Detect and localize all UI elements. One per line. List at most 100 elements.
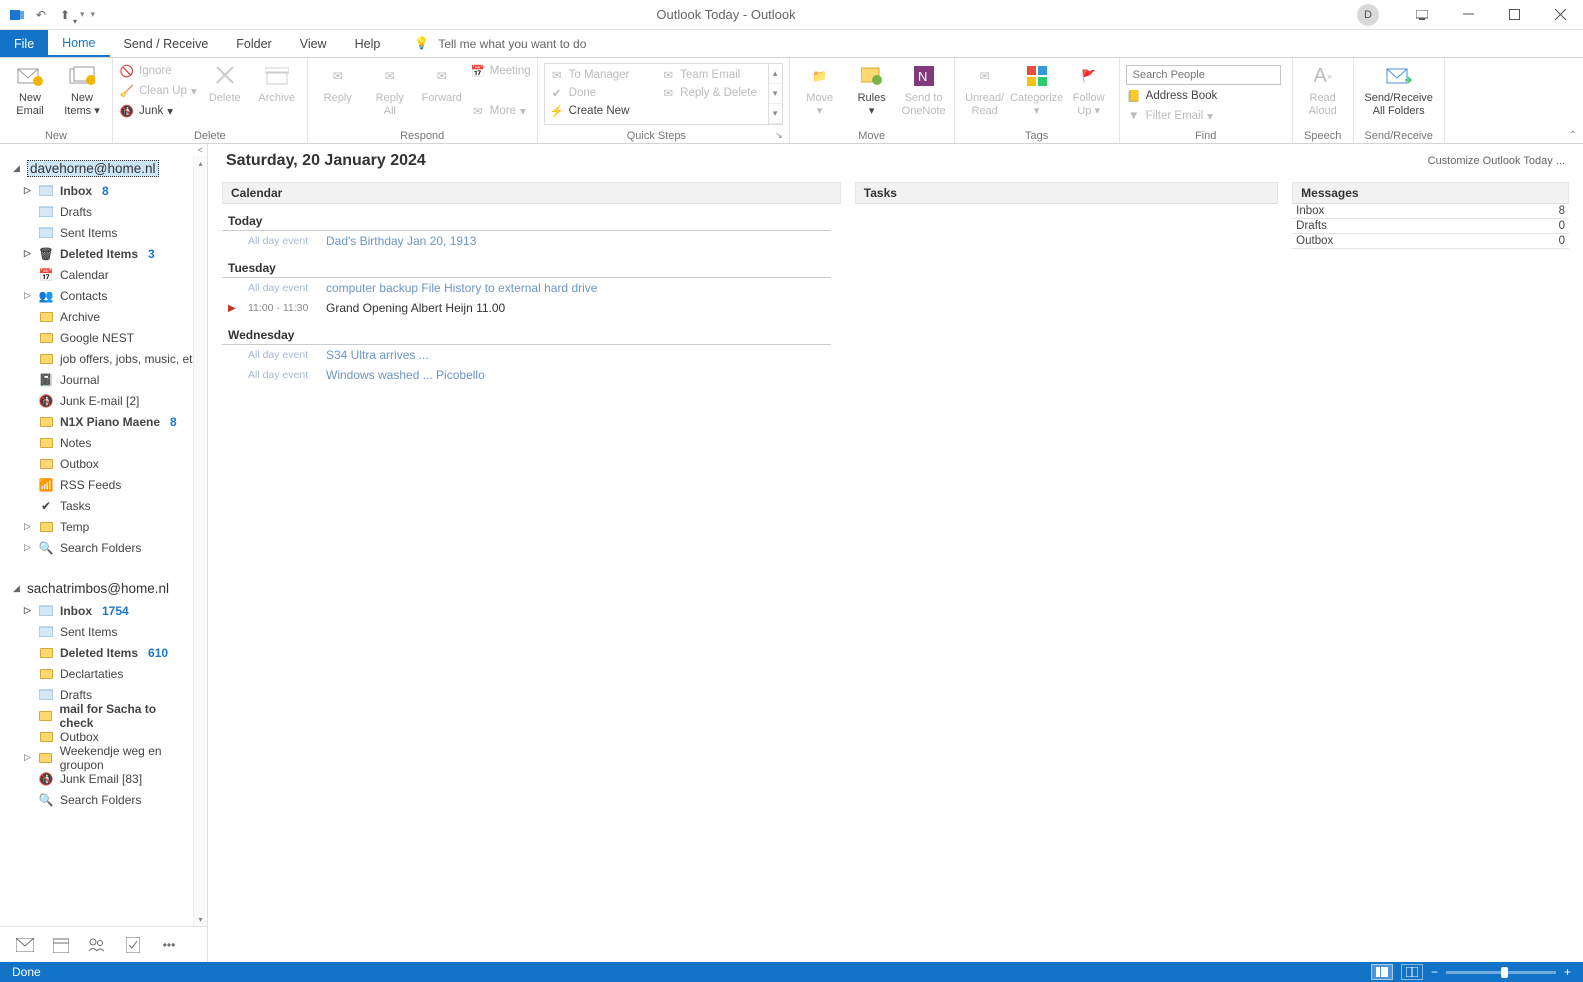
move-button[interactable]: 📁Move▾ bbox=[796, 60, 844, 117]
calendar-event[interactable]: All day event computer backup File Histo… bbox=[222, 278, 841, 298]
folder-item[interactable]: ▷Temp bbox=[0, 516, 207, 537]
folder-item[interactable]: ▷Inbox8 bbox=[0, 180, 207, 201]
zoom-out-icon[interactable]: − bbox=[1431, 965, 1438, 979]
message-summary-row[interactable]: Drafts0 bbox=[1292, 219, 1569, 234]
qs-to-manager[interactable]: ✉To Manager bbox=[549, 66, 653, 84]
folder-item[interactable]: ▷🗑Deleted Items3 bbox=[0, 243, 207, 264]
address-book-button[interactable]: 📒Address Book bbox=[1126, 87, 1286, 105]
folder-item[interactable]: mail for Sacha to check1 bbox=[0, 705, 207, 726]
qs-team-email[interactable]: ✉Team Email bbox=[660, 66, 764, 84]
nav-people-icon[interactable] bbox=[88, 936, 106, 954]
delete-button[interactable]: Delete bbox=[201, 60, 249, 105]
read-aloud-button[interactable]: A»Read Aloud bbox=[1299, 60, 1347, 117]
account-header[interactable]: ◢sachatrimbos@home.nl bbox=[0, 576, 207, 600]
folder-item[interactable]: 📓Journal bbox=[0, 369, 207, 390]
reply-button[interactable]: ✉Reply bbox=[314, 60, 362, 105]
calendar-event[interactable]: All day event Dad's Birthday Jan 20, 191… bbox=[222, 231, 841, 251]
zoom-slider[interactable] bbox=[1446, 971, 1556, 974]
folder-item[interactable]: Declartaties bbox=[0, 663, 207, 684]
folder-item[interactable]: ▷👥Contacts bbox=[0, 285, 207, 306]
account-header[interactable]: ◢davehorne@home.nl bbox=[0, 156, 207, 180]
nav-mail-icon[interactable] bbox=[16, 936, 34, 954]
qs-reply-delete[interactable]: ✉Reply & Delete bbox=[660, 84, 764, 102]
quick-steps-gallery[interactable]: ✉To Manager ✔Done ⚡Create New ✉Team Emai… bbox=[544, 63, 769, 125]
folder-item[interactable]: Notes bbox=[0, 432, 207, 453]
nav-tasks-icon[interactable] bbox=[124, 936, 142, 954]
meeting-button[interactable]: 📅Meeting bbox=[470, 62, 531, 80]
customize-outlook-today[interactable]: Customize Outlook Today ... bbox=[1428, 155, 1565, 167]
folder-item[interactable]: Deleted Items610 bbox=[0, 642, 207, 663]
forward-button[interactable]: ✉Forward bbox=[418, 60, 466, 105]
view-reading-icon[interactable] bbox=[1401, 964, 1423, 980]
folder-item[interactable]: ✔Tasks bbox=[0, 495, 207, 516]
new-items-button[interactable]: New Items ▾ bbox=[58, 60, 106, 117]
new-email-button[interactable]: New Email bbox=[6, 60, 54, 117]
unread-button[interactable]: ✉Unread/ Read bbox=[961, 60, 1009, 117]
collapse-ribbon-icon[interactable]: ⌃ bbox=[1569, 130, 1577, 141]
reply-all-button[interactable]: ✉Reply All bbox=[366, 60, 414, 117]
tell-me-input[interactable]: 💡 Tell me what you want to do bbox=[414, 30, 586, 57]
folder-item[interactable]: Drafts bbox=[0, 201, 207, 222]
qs-create-new[interactable]: ⚡Create New bbox=[549, 102, 653, 120]
tab-folder[interactable]: Folder bbox=[222, 30, 285, 57]
folder-item[interactable]: N1X Piano Maene8 bbox=[0, 411, 207, 432]
quicksteps-launcher-icon[interactable]: ↘ bbox=[775, 130, 783, 141]
qat-drop-1[interactable]: ▾ bbox=[80, 9, 85, 20]
folder-item[interactable]: Archive bbox=[0, 306, 207, 327]
junk-button[interactable]: 🚯Junk ▾ bbox=[119, 102, 197, 120]
close-button[interactable] bbox=[1537, 0, 1583, 30]
folder-item[interactable]: Google NEST bbox=[0, 327, 207, 348]
folder-item[interactable]: job offers, jobs, music, etc. bbox=[0, 348, 207, 369]
categorize-button[interactable]: Categorize▾ bbox=[1013, 60, 1061, 117]
scroll-down-icon[interactable]: ▾ bbox=[194, 912, 207, 926]
folder-item[interactable]: Outbox bbox=[0, 453, 207, 474]
account-avatar[interactable]: D bbox=[1357, 4, 1379, 26]
folder-item[interactable]: Sent Items bbox=[0, 621, 207, 642]
folder-item[interactable]: ▷Inbox1754 bbox=[0, 600, 207, 621]
folder-item[interactable]: 📶RSS Feeds bbox=[0, 474, 207, 495]
onenote-button[interactable]: NSend to OneNote bbox=[900, 60, 948, 117]
folder-item[interactable]: ▷🔍Search Folders bbox=[0, 537, 207, 558]
minimize-button[interactable] bbox=[1445, 0, 1491, 30]
send-receive-all-button[interactable]: Send/Receive All Folders bbox=[1360, 60, 1438, 117]
folder-item[interactable]: Sent Items bbox=[0, 222, 207, 243]
cleanup-button[interactable]: 🧹Clean Up ▾ bbox=[119, 82, 197, 100]
calendar-event[interactable]: All day event Windows washed ... Picobel… bbox=[222, 365, 841, 385]
cleanup-icon: 🧹 bbox=[119, 83, 135, 99]
redo-icon[interactable]: ⬆▾ bbox=[56, 6, 74, 24]
ribbon-display-icon[interactable] bbox=[1399, 0, 1445, 30]
zoom-in-icon[interactable]: + bbox=[1564, 965, 1571, 979]
archive-button[interactable]: Archive bbox=[253, 60, 301, 105]
nav-calendar-icon[interactable] bbox=[52, 936, 70, 954]
folder-item[interactable]: 📅Calendar bbox=[0, 264, 207, 285]
qs-done[interactable]: ✔Done bbox=[549, 84, 653, 102]
tab-view[interactable]: View bbox=[286, 30, 341, 57]
tab-help[interactable]: Help bbox=[341, 30, 395, 57]
followup-button[interactable]: 🚩Follow Up ▾ bbox=[1065, 60, 1113, 117]
folder-item[interactable]: 🔍Search Folders bbox=[0, 789, 207, 810]
tab-file[interactable]: File bbox=[0, 30, 48, 57]
calendar-event[interactable]: ▶ 11:00 - 11:30 Grand Opening Albert Hei… bbox=[222, 298, 841, 318]
undo-icon[interactable]: ↶ bbox=[32, 6, 50, 24]
more-respond-button[interactable]: ✉More ▾ bbox=[470, 102, 531, 120]
message-summary-row[interactable]: Outbox0 bbox=[1292, 234, 1569, 249]
onenote-icon: N bbox=[910, 62, 938, 90]
tab-send-receive[interactable]: Send / Receive bbox=[110, 30, 223, 57]
rules-button[interactable]: Rules▾ bbox=[848, 60, 896, 117]
search-people-input[interactable] bbox=[1126, 65, 1281, 85]
nav-scrollbar[interactable]: ▴ ▾ bbox=[193, 156, 207, 926]
folder-item[interactable]: ▷Weekendje weg en groupon bbox=[0, 747, 207, 768]
qat-outlook-icon[interactable] bbox=[8, 6, 26, 24]
folder-item[interactable]: 🚯Junk E-mail [2] bbox=[0, 390, 207, 411]
nav-collapse-icon[interactable]: < bbox=[198, 145, 203, 155]
tab-home[interactable]: Home bbox=[48, 30, 109, 57]
filter-email-button[interactable]: ▼Filter Email ▾ bbox=[1126, 107, 1286, 125]
nav-more-icon[interactable]: ••• bbox=[160, 936, 178, 954]
quick-steps-scroll[interactable]: ▴▾▾ bbox=[769, 63, 783, 125]
ignore-button[interactable]: 🚫Ignore bbox=[119, 62, 197, 80]
calendar-event[interactable]: All day event S34 Ultra arrives ... bbox=[222, 345, 841, 365]
maximize-button[interactable] bbox=[1491, 0, 1537, 30]
view-normal-icon[interactable] bbox=[1371, 964, 1393, 980]
scroll-up-icon[interactable]: ▴ bbox=[194, 156, 207, 170]
message-summary-row[interactable]: Inbox8 bbox=[1292, 204, 1569, 219]
